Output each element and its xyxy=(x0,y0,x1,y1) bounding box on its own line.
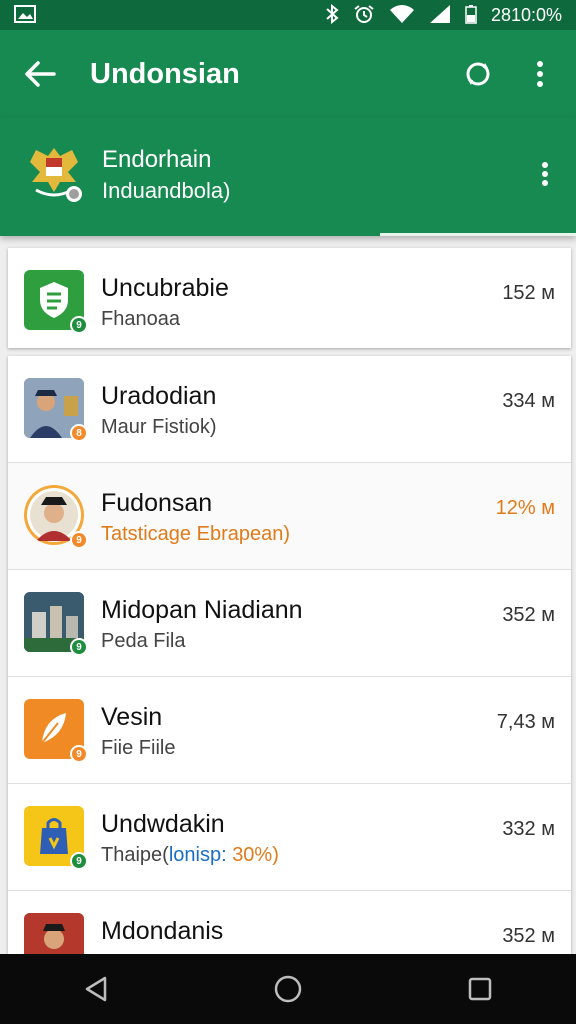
officer-photo-icon: 8 xyxy=(24,378,88,442)
subtitle-part: 30%) xyxy=(232,844,279,866)
item-title: Fudonsan xyxy=(101,489,213,517)
item-size: 12% м xyxy=(495,497,555,519)
battery-icon xyxy=(465,4,477,27)
app-bar: Undonsian xyxy=(0,30,576,118)
status-bar: 2810:0% xyxy=(0,0,576,30)
nav-recents-icon[interactable] xyxy=(460,969,500,1009)
item-title: Uncubrabie xyxy=(101,274,229,302)
header-title: Endorhain xyxy=(102,146,212,173)
list-item[interactable]: 9 Midopan Niadiann Peda Fila 352 м xyxy=(8,570,571,677)
item-subtitle: Peda Fila xyxy=(101,630,186,652)
item-size: 352 м xyxy=(502,925,555,947)
item-subtitle: Maur Fistiok) xyxy=(101,416,217,438)
overflow-menu-icon[interactable] xyxy=(520,54,560,94)
city-photo-icon: 9 xyxy=(24,592,88,656)
list-item[interactable]: 9 Fudonsan Tatsticage Ebrapean) 12% м xyxy=(8,463,571,570)
status-badge: 9 xyxy=(70,531,88,549)
item-title: Vesin xyxy=(101,703,163,731)
leaf-app-icon: 9 xyxy=(24,699,88,763)
app-title: Undonsian xyxy=(90,57,240,90)
list-item[interactable]: 9 Vesin Fiie Fiile 7,43 м xyxy=(8,677,571,784)
item-title: Mdondanis xyxy=(101,917,224,945)
item-subtitle: Fiie Fiile xyxy=(101,737,176,759)
wifi-icon xyxy=(389,4,415,27)
item-subtitle: Thaipe(lonisp: 30%) xyxy=(101,844,279,867)
header-subtitle: Induandbola) xyxy=(102,178,231,203)
app-header-card[interactable]: Endorhain Induandbola) xyxy=(0,118,576,236)
status-badge: 9 xyxy=(70,316,88,334)
officer-portrait-icon: 9 xyxy=(24,485,88,549)
list-item[interactable]: 8 Uradodian Maur Fistiok) 334 м xyxy=(8,356,571,463)
item-size: 332 м xyxy=(502,818,555,840)
subtitle-part: lonisp: xyxy=(168,844,233,866)
status-badge: 8 xyxy=(70,424,88,442)
status-badge: 9 xyxy=(70,638,88,656)
item-title: Undwdakin xyxy=(101,810,225,838)
item-size: 334 м xyxy=(502,390,555,412)
item-size: 352 м xyxy=(502,604,555,626)
app-list: 9 Uncubrabie Fhanoaa 152 м 8 Uradodian M… xyxy=(8,248,571,998)
back-arrow-icon[interactable] xyxy=(20,54,60,94)
status-time: 2810:0% xyxy=(490,4,562,25)
refresh-icon[interactable] xyxy=(458,54,498,94)
subtitle-part: Thaipe( xyxy=(101,844,169,866)
item-size: 7,43 м xyxy=(496,711,555,733)
alarm-icon xyxy=(353,4,375,27)
header-overflow-icon[interactable] xyxy=(530,154,560,194)
garuda-emblem-icon xyxy=(22,142,86,204)
list-group: 8 Uradodian Maur Fistiok) 334 м 9 Fudons… xyxy=(8,356,571,998)
bag-app-icon: 9 xyxy=(24,806,88,870)
item-size: 152 м xyxy=(502,282,555,304)
item-title: Midopan Niadiann xyxy=(101,596,303,624)
status-badge: 9 xyxy=(70,745,88,763)
item-subtitle: Fhanoaa xyxy=(101,308,180,330)
item-subtitle: Tatsticage Ebrapean) xyxy=(101,523,291,545)
bluetooth-icon xyxy=(325,3,339,27)
nav-home-icon[interactable] xyxy=(268,969,308,1009)
signal-icon xyxy=(429,4,451,27)
gallery-notification-icon xyxy=(14,4,36,26)
nav-back-icon[interactable] xyxy=(76,969,116,1009)
tab-indicator xyxy=(380,233,576,236)
system-nav-bar xyxy=(0,954,576,1024)
status-icons: 2810:0% xyxy=(325,3,562,27)
list-item[interactable]: 9 Uncubrabie Fhanoaa 152 м xyxy=(8,248,571,348)
list-item[interactable]: 9 Undwdakin Thaipe(lonisp: 30%) 332 м xyxy=(8,784,571,891)
shield-app-icon: 9 xyxy=(24,270,88,334)
item-title: Uradodian xyxy=(101,382,217,410)
status-badge: 9 xyxy=(70,852,88,870)
